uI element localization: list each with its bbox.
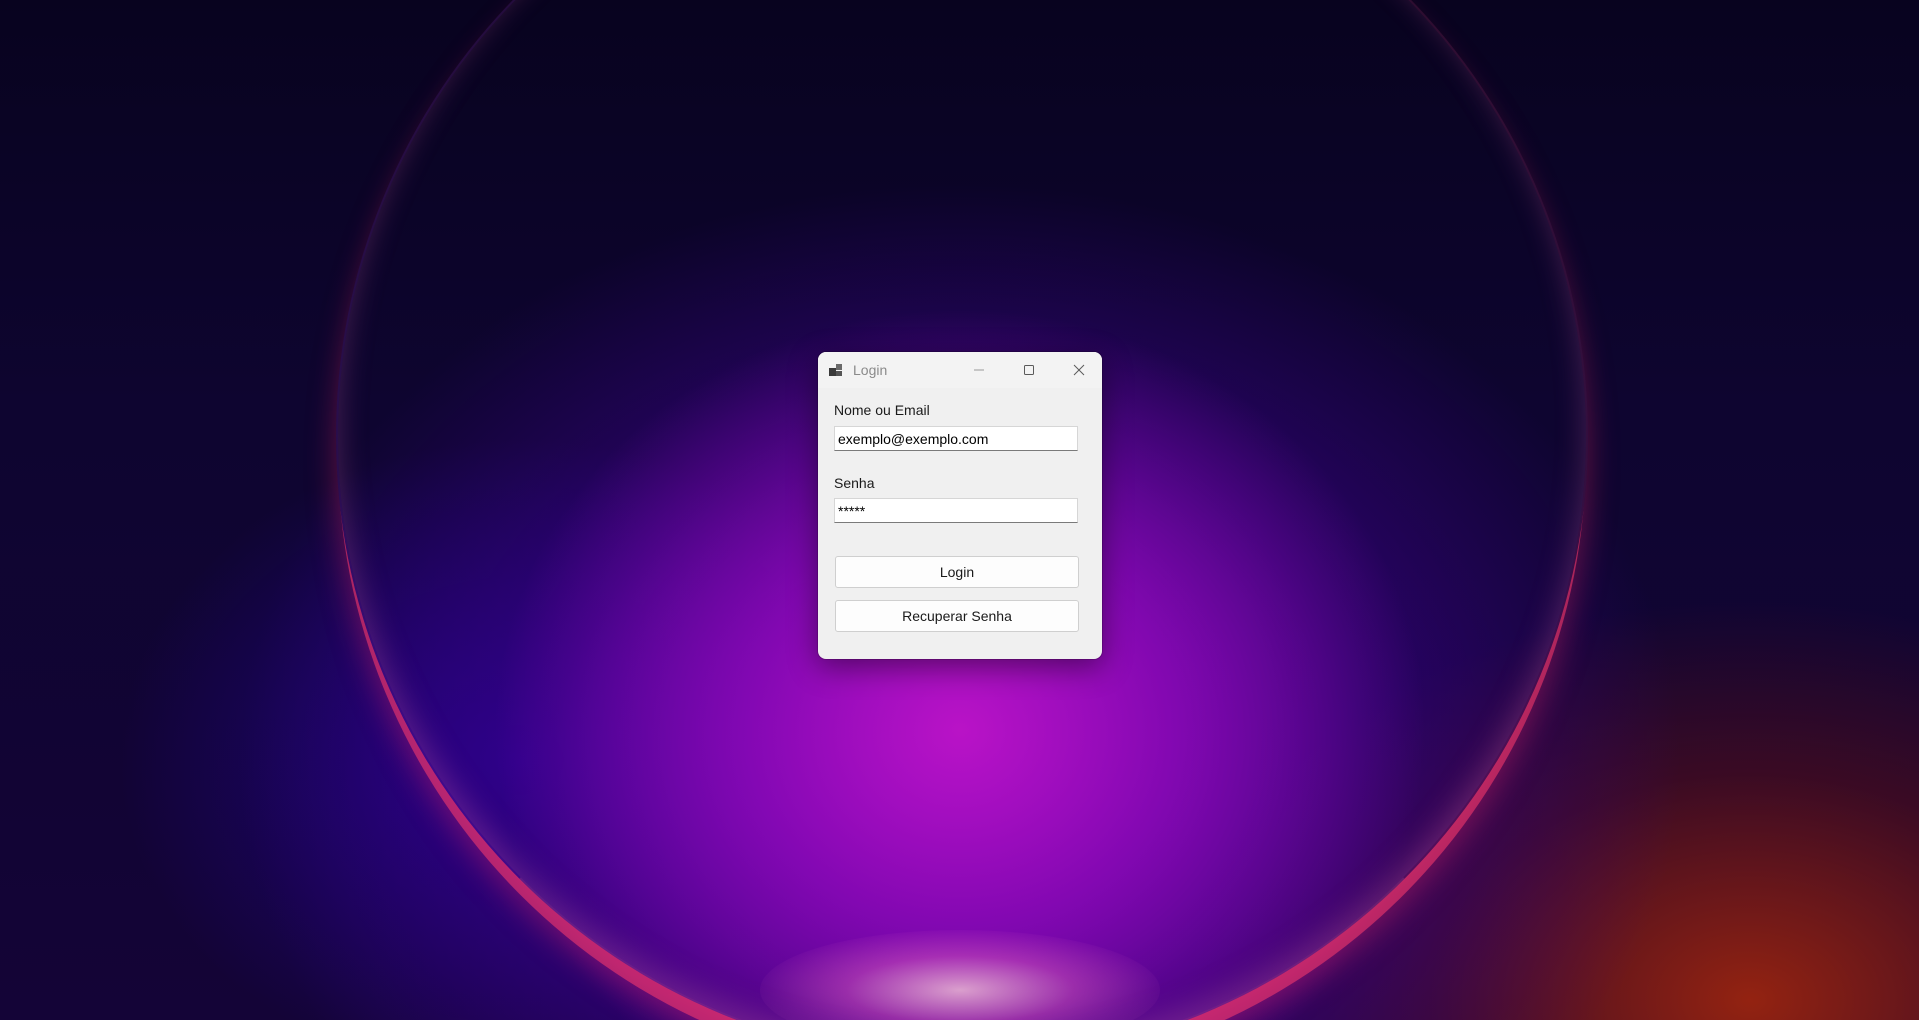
wallpaper-glow (760, 930, 1160, 1020)
window-title: Login (853, 362, 888, 378)
name-email-label: Nome ou Email (834, 402, 930, 418)
password-input[interactable] (834, 498, 1078, 523)
name-email-input[interactable] (834, 426, 1078, 451)
app-icon (828, 362, 844, 378)
password-label: Senha (834, 475, 875, 491)
minimize-button[interactable] (956, 352, 1002, 388)
login-window: Login Nome ou Email Senha Login Recupera… (818, 352, 1102, 659)
login-button[interactable]: Login (835, 556, 1079, 588)
title-bar[interactable]: Login (818, 352, 1102, 388)
recover-password-button[interactable]: Recuperar Senha (835, 600, 1079, 632)
maximize-icon (1024, 365, 1034, 375)
close-button[interactable] (1056, 352, 1102, 388)
close-icon (1073, 364, 1085, 376)
maximize-button[interactable] (1006, 352, 1052, 388)
minimize-icon (974, 369, 984, 371)
